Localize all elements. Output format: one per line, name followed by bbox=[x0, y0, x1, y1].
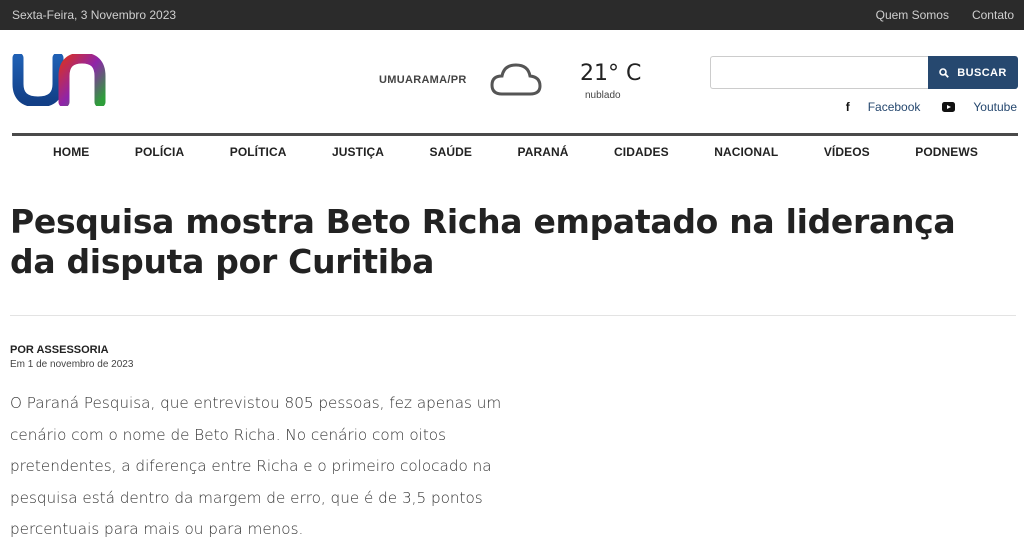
youtube-label: Youtube bbox=[973, 100, 1017, 114]
nav-item-parana[interactable]: PARANÁ bbox=[518, 145, 569, 159]
facebook-label: Facebook bbox=[867, 100, 921, 114]
search-input[interactable] bbox=[710, 56, 928, 89]
temperature: 21° C bbox=[580, 61, 642, 86]
nav-item-justica[interactable]: JUSTIÇA bbox=[332, 145, 384, 159]
link-contato[interactable]: Contato bbox=[972, 8, 1014, 22]
article-paragraph: O Paraná Pesquisa, que entrevistou 805 p… bbox=[10, 394, 502, 538]
social-links: f Facebook Youtube bbox=[824, 100, 1017, 114]
article-author[interactable]: POR ASSESSORIA bbox=[10, 344, 109, 356]
nav-item-politica[interactable]: POLÍTICA bbox=[230, 145, 287, 159]
nav-item-podnews[interactable]: PODNEWS bbox=[915, 145, 978, 159]
weather-city: UMUARAMA/PR bbox=[379, 74, 467, 86]
youtube-icon bbox=[942, 102, 956, 112]
search-button-label: BUSCAR bbox=[957, 66, 1007, 79]
facebook-link[interactable]: f Facebook bbox=[846, 100, 921, 114]
nav-item-home[interactable]: HOME bbox=[53, 145, 89, 159]
divider bbox=[10, 315, 1016, 316]
facebook-icon: f bbox=[845, 100, 850, 114]
top-links: Quem Somos Contato bbox=[876, 8, 1014, 22]
un-logo-icon[interactable] bbox=[12, 52, 106, 108]
nav-item-videos[interactable]: VÍDEOS bbox=[824, 145, 870, 159]
youtube-link[interactable]: Youtube bbox=[942, 100, 1017, 114]
search-icon bbox=[939, 67, 950, 78]
cloud-icon bbox=[490, 62, 542, 98]
top-bar: Sexta-Feira, 3 Novembro 2023 Quem Somos … bbox=[0, 0, 1024, 30]
article-headline: Pesquisa mostra Beto Richa empatado na l… bbox=[10, 202, 956, 281]
main-nav: HOME POLÍCIA POLÍTICA JUSTIÇA SAÚDE PARA… bbox=[12, 133, 1018, 167]
search-form: BUSCAR bbox=[710, 56, 1018, 89]
nav-item-nacional[interactable]: NACIONAL bbox=[714, 145, 778, 159]
article-date: Em 1 de novembro de 2023 bbox=[10, 359, 134, 370]
nav-item-cidades[interactable]: CIDADES bbox=[614, 145, 669, 159]
site-header: UMUARAMA/PR 21° C nublado BUSCAR f Faceb… bbox=[0, 30, 1024, 134]
nav-item-saude[interactable]: SAÚDE bbox=[430, 145, 473, 159]
weather-condition: nublado bbox=[585, 90, 621, 101]
link-quem-somos[interactable]: Quem Somos bbox=[876, 8, 949, 22]
nav-item-policia[interactable]: POLÍCIA bbox=[135, 145, 184, 159]
current-date: Sexta-Feira, 3 Novembro 2023 bbox=[12, 8, 177, 22]
search-button[interactable]: BUSCAR bbox=[928, 56, 1018, 89]
